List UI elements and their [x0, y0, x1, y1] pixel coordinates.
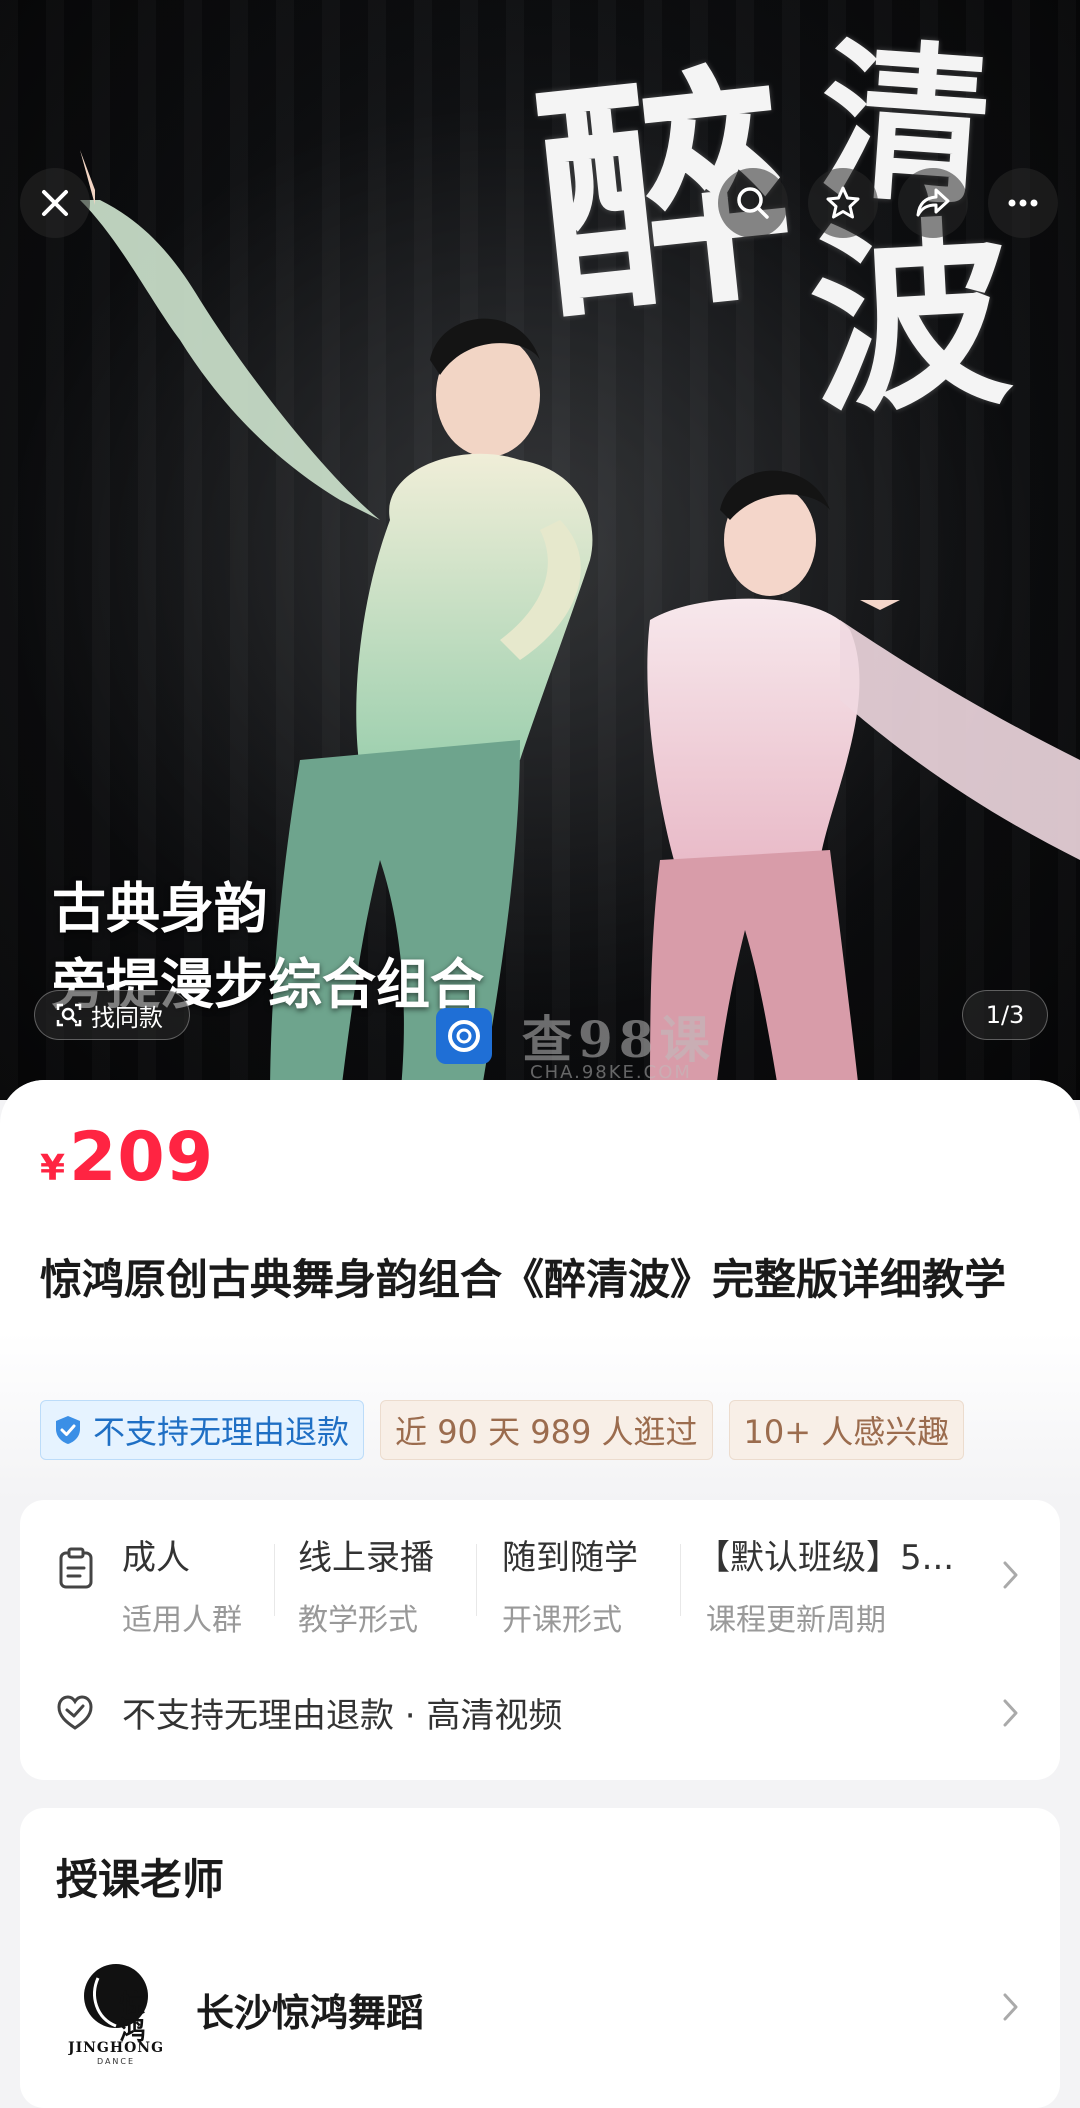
shield-check-icon: [56, 1416, 80, 1444]
calligraphy-char-3: 波: [803, 196, 1017, 443]
hero-subtitle-line1: 古典身韵: [52, 876, 268, 940]
close-button[interactable]: [20, 168, 90, 238]
price: ¥ 209: [40, 1118, 214, 1197]
more-icon: [1008, 199, 1038, 207]
service-text: 不支持无理由退款 · 高清视频: [122, 1696, 563, 1736]
teacher-name[interactable]: 长沙惊鸿舞蹈: [196, 1982, 424, 2037]
search-button[interactable]: [718, 168, 788, 238]
teacher-logo: 惊鸿 JINGHONG DANCE: [68, 1964, 164, 2066]
find-similar-button[interactable]: 找同款: [34, 990, 190, 1040]
product-image-carousel[interactable]: 醉 清 波 古典身韵 旁提漫步综合组合 找同款 查98课 CHA.98KE.CO…: [0, 0, 1080, 1100]
price-currency: ¥: [40, 1148, 66, 1189]
attr-divider: [476, 1544, 477, 1616]
teacher-logo-sub: DANCE: [97, 2057, 135, 2066]
attr-update-cycle: 【默认班级】5... 课程更新周期: [696, 1530, 954, 1639]
attr-audience-value: 成人: [122, 1538, 190, 1578]
heart-shield-icon: [57, 1695, 93, 1730]
attr-audience-label: 适用人群: [122, 1603, 242, 1638]
favorite-button[interactable]: [808, 168, 878, 238]
attr-update-cycle-value: 【默认班级】5...: [696, 1538, 955, 1578]
tag-visits: 近 90 天 989 人逛过: [380, 1400, 713, 1460]
price-amount: 209: [69, 1118, 215, 1197]
attr-class-format-value: 随到随学: [502, 1538, 638, 1578]
tag-no-refund[interactable]: 不支持无理由退款: [40, 1400, 365, 1460]
course-info-card: 成人 适用人群 线上录播 教学形式 随到随学 开课形式 【默认班级】5... 课…: [20, 1500, 1060, 1780]
teacher-logo-cn: 惊鸿: [115, 1990, 145, 2042]
tag-visits-label: 近 90 天 989 人逛过: [395, 1413, 698, 1451]
attr-teaching-format-value: 线上录播: [298, 1538, 434, 1578]
chevron-right-icon: [1003, 1699, 1018, 1727]
attr-divider: [680, 1544, 681, 1616]
tag-interest-label: 10+ 人感兴趣: [743, 1413, 950, 1451]
image-page-indicator: 1/3: [962, 990, 1048, 1040]
teacher-heading: 授课老师: [56, 1855, 225, 1904]
share-button[interactable]: [898, 168, 968, 238]
attr-update-cycle-label: 课程更新周期: [706, 1603, 886, 1638]
teacher-logo-en: JINGHONG: [68, 2040, 164, 2056]
watermark: 查98课 CHA.98KE.COM: [436, 1000, 716, 1083]
attr-audience: 成人 适用人群: [122, 1530, 242, 1639]
chevron-right-icon: [1003, 1561, 1018, 1589]
attr-divider: [274, 1544, 275, 1616]
find-similar-label: 找同款: [91, 1003, 163, 1032]
watermark-logo-icon: [436, 1008, 492, 1064]
star-icon: [826, 186, 860, 219]
attr-teaching-format-label: 教学形式: [298, 1603, 418, 1638]
tag-list: 不支持无理由退款 近 90 天 989 人逛过 10+ 人感兴趣: [40, 1400, 965, 1460]
attr-class-format-label: 开课形式: [502, 1603, 622, 1638]
clipboard-icon: [59, 1547, 93, 1589]
product-detail-sheet: ¥ 209 惊鸿原创古典舞身韵组合《醉清波》完整版详细教学 不支持无理由退款 近…: [0, 1080, 1080, 2108]
teacher-card: 授课老师 惊鸿 JINGHONG DANCE 长沙惊鸿舞蹈: [20, 1808, 1060, 2108]
share-icon: [916, 188, 950, 217]
chevron-right-icon[interactable]: [1000, 1990, 1022, 2024]
service-row[interactable]: 不支持无理由退款 · 高清视频: [20, 1650, 1060, 1780]
attr-teaching-format: 线上录播 教学形式: [298, 1530, 434, 1639]
more-button[interactable]: [988, 168, 1058, 238]
tag-no-refund-label: 不支持无理由退款: [93, 1413, 350, 1451]
tag-interest: 10+ 人感兴趣: [728, 1400, 965, 1460]
search-icon: [737, 187, 769, 219]
course-attributes-row[interactable]: 成人 适用人群 线上录播 教学形式 随到随学 开课形式 【默认班级】5... 课…: [20, 1500, 1060, 1650]
close-icon: [42, 190, 68, 216]
product-title: 惊鸿原创古典舞身韵组合《醉清波》完整版详细教学: [40, 1255, 1007, 1304]
attr-class-format: 随到随学 开课形式: [502, 1530, 638, 1639]
image-search-icon: [56, 1003, 82, 1027]
